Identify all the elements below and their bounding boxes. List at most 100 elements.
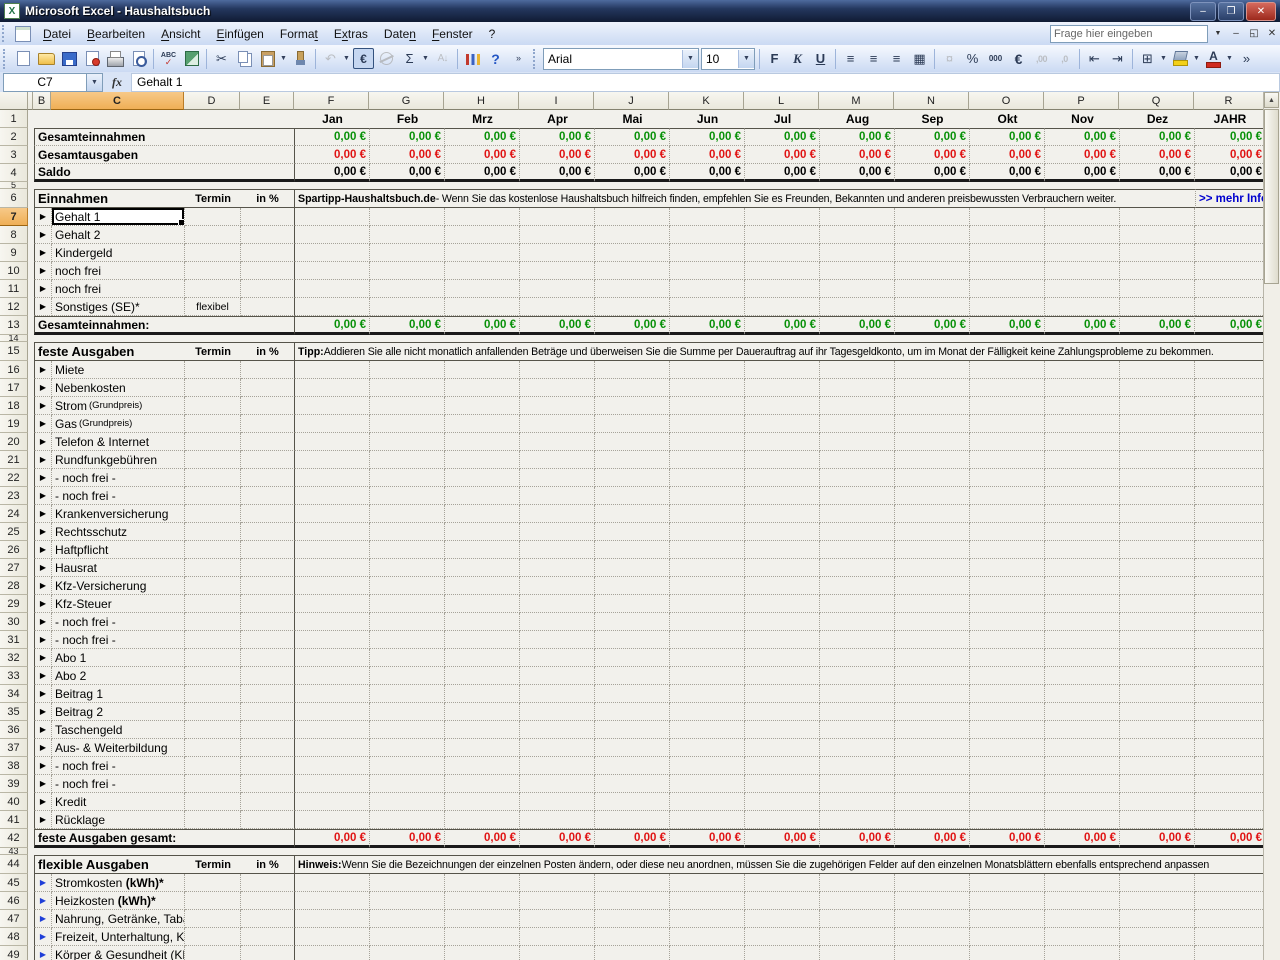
- cell-H9[interactable]: [445, 244, 520, 262]
- summary-label-4[interactable]: Saldo: [34, 164, 295, 182]
- row-header-46[interactable]: 46: [0, 892, 28, 910]
- cell-P39[interactable]: [1045, 775, 1120, 793]
- cell-H27[interactable]: [445, 559, 520, 577]
- cell-F21[interactable]: [295, 451, 370, 469]
- month-header-Apr[interactable]: Apr: [520, 110, 595, 128]
- new-document-icon[interactable]: [13, 48, 34, 69]
- cell-C30[interactable]: - noch frei -: [52, 613, 185, 631]
- help-icon[interactable]: ?: [485, 48, 506, 69]
- cell-Q11[interactable]: [1120, 280, 1195, 298]
- cell-R7[interactable]: [1195, 208, 1264, 226]
- cell-R[interactable]: 0,00 €: [1195, 316, 1264, 335]
- cell-G22[interactable]: [370, 469, 445, 487]
- cell-J35[interactable]: [595, 703, 670, 721]
- cell-M23[interactable]: [820, 487, 895, 505]
- cell-I23[interactable]: [520, 487, 595, 505]
- cell-P48[interactable]: [1045, 928, 1120, 946]
- row-header-47[interactable]: 47: [0, 910, 28, 928]
- dropdown-arrow-icon[interactable]: ▼: [1225, 48, 1234, 69]
- cell-B9[interactable]: ▶: [34, 244, 52, 262]
- cell-M45[interactable]: [820, 874, 895, 892]
- cell-N45[interactable]: [895, 874, 970, 892]
- cell-Q21[interactable]: [1120, 451, 1195, 469]
- cell-R23[interactable]: [1195, 487, 1264, 505]
- cell-I16[interactable]: [520, 361, 595, 379]
- cell-Q12[interactable]: [1120, 298, 1195, 316]
- cell-Q30[interactable]: [1120, 613, 1195, 631]
- cell-B16[interactable]: ▶: [34, 361, 52, 379]
- cell-J37[interactable]: [595, 739, 670, 757]
- cell-D34[interactable]: [185, 685, 241, 703]
- cell-L10[interactable]: [745, 262, 820, 280]
- cell-P20[interactable]: [1045, 433, 1120, 451]
- cell-I11[interactable]: [520, 280, 595, 298]
- cell-J33[interactable]: [595, 667, 670, 685]
- cell-F45[interactable]: [295, 874, 370, 892]
- cell-K35[interactable]: [670, 703, 745, 721]
- row-header-40[interactable]: 40: [0, 793, 28, 811]
- cell-R38[interactable]: [1195, 757, 1264, 775]
- column-header-E[interactable]: E: [240, 92, 294, 110]
- cell-L[interactable]: 0,00 €: [745, 164, 820, 182]
- cell-L38[interactable]: [745, 757, 820, 775]
- cell-N9[interactable]: [895, 244, 970, 262]
- year-header[interactable]: JAHR: [1195, 110, 1264, 128]
- toolbar-grip[interactable]: [2, 25, 9, 42]
- dropdown-arrow-icon[interactable]: ▼: [1159, 48, 1168, 69]
- cell-B24[interactable]: ▶: [34, 505, 52, 523]
- cell-O33[interactable]: [970, 667, 1045, 685]
- cell-K30[interactable]: [670, 613, 745, 631]
- cell-E12[interactable]: [241, 298, 295, 316]
- cell-D10[interactable]: [185, 262, 241, 280]
- row-header-11[interactable]: 11: [0, 280, 28, 298]
- cell-I19[interactable]: [520, 415, 595, 433]
- row-header-4[interactable]: 4: [0, 164, 28, 182]
- cell-M41[interactable]: [820, 811, 895, 829]
- row-header-7[interactable]: 7: [0, 208, 28, 226]
- cell-G25[interactable]: [370, 523, 445, 541]
- cell-H45[interactable]: [445, 874, 520, 892]
- sort-ascending-icon[interactable]: A↓: [432, 48, 453, 69]
- row-header-27[interactable]: 27: [0, 559, 28, 577]
- cell-P35[interactable]: [1045, 703, 1120, 721]
- sheet-minimize-icon[interactable]: –: [1228, 26, 1244, 42]
- cell-M17[interactable]: [820, 379, 895, 397]
- row-header-23[interactable]: 23: [0, 487, 28, 505]
- toolbar-grip[interactable]: [3, 49, 9, 69]
- cell-spacer[interactable]: [34, 182, 1264, 189]
- cell-N34[interactable]: [895, 685, 970, 703]
- row-header-26[interactable]: 26: [0, 541, 28, 559]
- cell-E47[interactable]: [241, 910, 295, 928]
- select-all-corner[interactable]: [0, 92, 28, 110]
- cell-Q45[interactable]: [1120, 874, 1195, 892]
- cell-O12[interactable]: [970, 298, 1045, 316]
- cell-Q35[interactable]: [1120, 703, 1195, 721]
- autosum-icon[interactable]: Σ: [399, 48, 420, 69]
- cell-L34[interactable]: [745, 685, 820, 703]
- cell-R32[interactable]: [1195, 649, 1264, 667]
- cell-N41[interactable]: [895, 811, 970, 829]
- cell-K[interactable]: 0,00 €: [670, 164, 745, 182]
- cell-N10[interactable]: [895, 262, 970, 280]
- cell-H24[interactable]: [445, 505, 520, 523]
- cell-J[interactable]: 0,00 €: [595, 829, 670, 848]
- cell-I9[interactable]: [520, 244, 595, 262]
- cell-M25[interactable]: [820, 523, 895, 541]
- cell-F36[interactable]: [295, 721, 370, 739]
- increase-decimal-icon[interactable]: ,00: [1031, 48, 1052, 69]
- menu-daten[interactable]: Daten: [376, 24, 424, 44]
- cell-G[interactable]: 0,00 €: [370, 829, 445, 848]
- cell-E36[interactable]: [241, 721, 295, 739]
- cell-O29[interactable]: [970, 595, 1045, 613]
- cell-L[interactable]: 0,00 €: [745, 829, 820, 848]
- cell-L7[interactable]: [745, 208, 820, 226]
- cell-M40[interactable]: [820, 793, 895, 811]
- cell-O9[interactable]: [970, 244, 1045, 262]
- cell-N29[interactable]: [895, 595, 970, 613]
- cell-B32[interactable]: ▶: [34, 649, 52, 667]
- cell-B26[interactable]: ▶: [34, 541, 52, 559]
- cell-E8[interactable]: [241, 226, 295, 244]
- cell-L26[interactable]: [745, 541, 820, 559]
- cell-H47[interactable]: [445, 910, 520, 928]
- cell-J18[interactable]: [595, 397, 670, 415]
